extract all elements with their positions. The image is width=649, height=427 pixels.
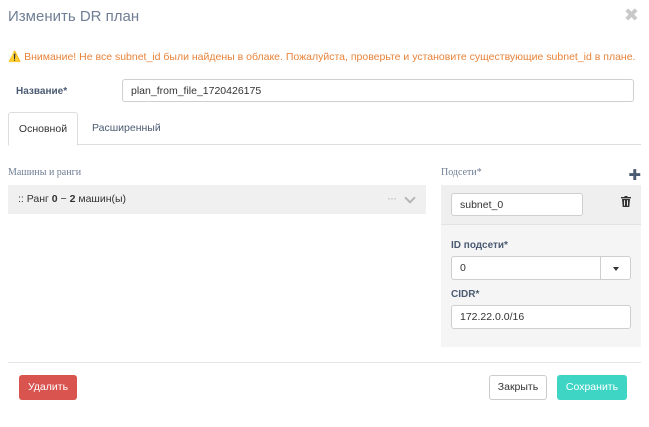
name-label: Название* [16, 86, 68, 97]
trash-icon[interactable] [621, 196, 631, 207]
machines-ranks-label: Машины и ранги [8, 167, 82, 178]
subnet-name-input[interactable] [451, 193, 583, 216]
add-subnet-icon[interactable]: ✚ [628, 166, 641, 184]
more-dots-icon[interactable]: ··· [387, 191, 397, 205]
tab-bar: Основной Расширенный [8, 112, 641, 146]
warning-icon: ⚠️ [8, 51, 22, 63]
subnet-panel: ID подсети* CIDR* [441, 185, 641, 347]
rank-separator: − [57, 193, 70, 205]
tab-main[interactable]: Основной [8, 112, 78, 146]
warning-message: ⚠️ Внимание! Не все subnet_id были найден… [8, 50, 635, 63]
rank-suffix: машин(ы) [75, 193, 127, 205]
subnet-id-dropdown-button[interactable] [601, 256, 631, 280]
subnet-id-label: ID подсети* [451, 240, 508, 251]
warning-text: Внимание! Не все subnet_id были найдены … [24, 51, 636, 63]
save-button[interactable]: Сохранить [557, 375, 627, 400]
chevron-down-icon[interactable] [404, 192, 416, 204]
rank-row[interactable]: :: Ранг 0 − 2 машин(ы) ··· [8, 185, 426, 214]
cidr-input[interactable] [451, 305, 631, 329]
rank-title: :: Ранг 0 − 2 машин(ы) [18, 193, 126, 205]
close-button[interactable]: Закрыть [489, 375, 547, 400]
close-icon[interactable]: ✖ [624, 5, 639, 26]
subnets-label: Подсети* [441, 167, 482, 178]
footer-divider [8, 362, 641, 363]
subnet-header [441, 185, 641, 225]
delete-button[interactable]: Удалить [19, 375, 77, 400]
tab-advanced[interactable]: Расширенный [80, 112, 173, 146]
plan-name-input[interactable] [122, 79, 634, 102]
modal-title: Изменить DR план [8, 8, 140, 25]
subnet-id-input[interactable] [451, 256, 601, 280]
cidr-label: CIDR* [451, 289, 480, 300]
rank-prefix: :: Ранг [18, 193, 52, 205]
